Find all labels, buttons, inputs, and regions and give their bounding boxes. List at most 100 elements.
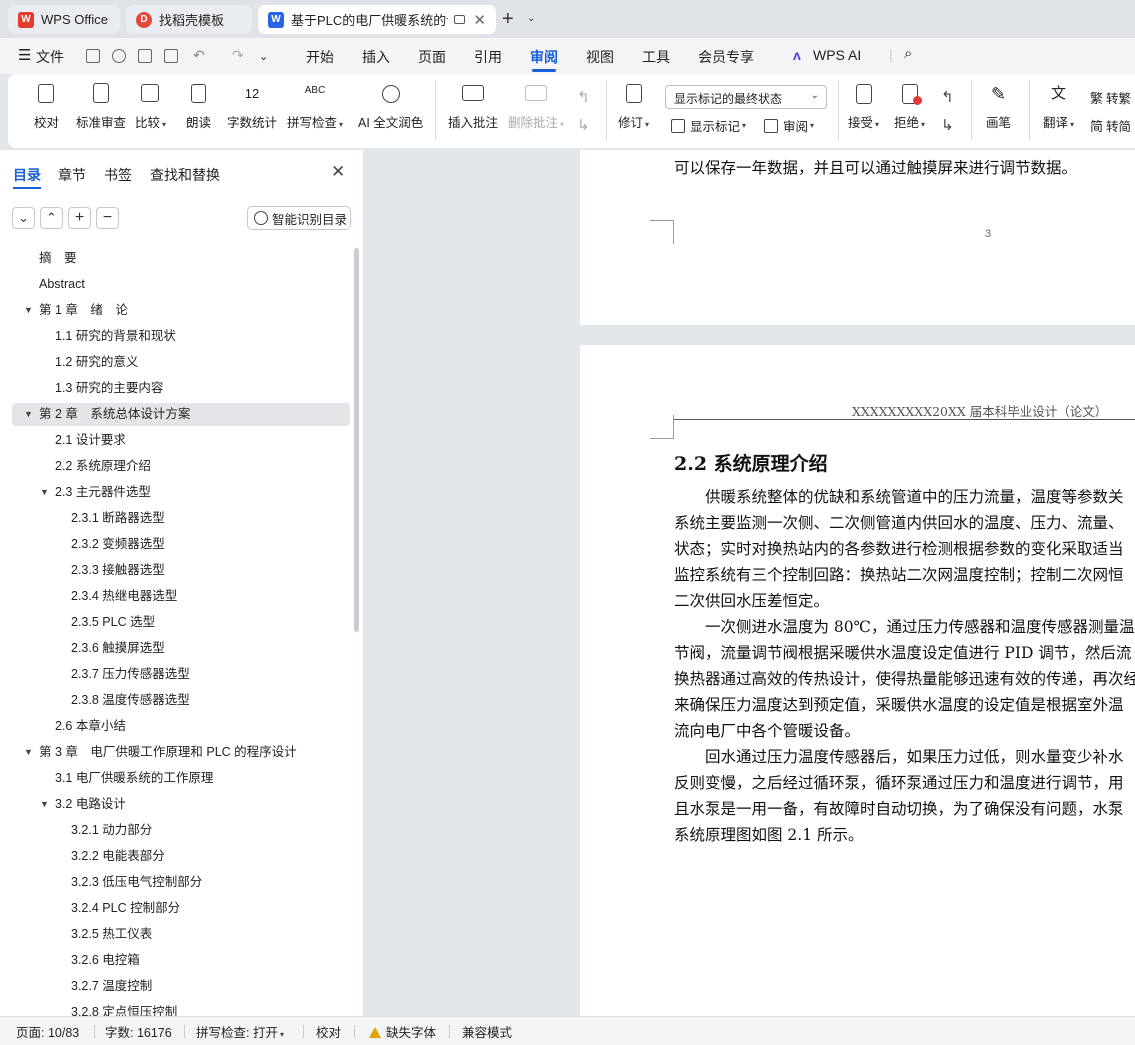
menu-tools[interactable]: 工具 xyxy=(642,47,670,67)
page-indicator[interactable]: 页面: 10/83 xyxy=(16,1022,79,1041)
toc-item[interactable]: 2.3.8 温度传感器选型 xyxy=(12,689,350,712)
toc-item[interactable]: ▼ 3.2 电路设计 xyxy=(12,793,350,816)
menu-start[interactable]: 开始 xyxy=(306,47,334,67)
monitor-icon[interactable] xyxy=(453,15,466,24)
close-tab-icon[interactable]: ✕ xyxy=(473,11,486,29)
print-preview-icon[interactable] xyxy=(164,49,178,63)
collapse-chevron-icon[interactable]: ⌄ xyxy=(12,207,35,229)
ai-polish-button[interactable]: AI 全文润色 xyxy=(358,82,423,131)
toc-item[interactable]: 3.2.8 定点恒压控制 xyxy=(12,1001,350,1016)
toc-item[interactable]: 1.1 研究的背景和现状 xyxy=(12,325,350,348)
tab-current-document[interactable]: W 基于PLC的电厂供暖系统的设 ✕ xyxy=(258,5,496,34)
toc-item[interactable]: ▼ 第 2 章 系统总体设计方案 xyxy=(12,403,350,426)
compat-mode-indicator[interactable]: 兼容模式 xyxy=(462,1022,512,1041)
menu-references[interactable]: 引用 xyxy=(474,47,502,67)
tab-find-replace[interactable]: 查找和替换 xyxy=(150,165,220,185)
toc-item[interactable]: 2.6 本章小结 xyxy=(12,715,350,738)
toc-item[interactable]: ▼ 第 1 章 绪 论 xyxy=(12,299,350,322)
toc-item[interactable]: 3.2.5 热工仪表 xyxy=(12,923,350,946)
menu-page[interactable]: 页面 xyxy=(418,47,446,67)
toc-item[interactable]: 3.2.4 PLC 控制部分 xyxy=(12,897,350,920)
toc-item[interactable]: 2.1 设计要求 xyxy=(12,429,350,452)
toc-item[interactable]: 2.3.2 变频器选型 xyxy=(12,533,350,556)
toc-item[interactable]: 2.3.7 压力传感器选型 xyxy=(12,663,350,686)
redo-icon[interactable]: ↷ xyxy=(232,47,244,64)
toc-item[interactable]: 2.3.5 PLC 选型 xyxy=(12,611,350,634)
hamburger-icon[interactable]: ☰ xyxy=(18,46,31,64)
toc-item[interactable]: 2.2 系统原理介绍 xyxy=(12,455,350,478)
smart-toc-button[interactable]: 智能识别目录 xyxy=(247,206,351,230)
toc-item[interactable]: 3.2.6 电控箱 xyxy=(12,949,350,972)
expand-chevron-icon[interactable]: ⌃ xyxy=(40,207,63,229)
accept-button[interactable]: 接受 ▾ xyxy=(848,82,879,131)
previous-comment-icon[interactable]: ↰ xyxy=(577,88,590,106)
tab-wps-office[interactable]: W WPS Office xyxy=(8,5,120,34)
toc-item[interactable]: 3.1 电厂供暖系统的工作原理 xyxy=(12,767,350,790)
tab-sections[interactable]: 章节 xyxy=(58,165,86,185)
word-count-button[interactable]: 12 字数统计 xyxy=(227,82,277,131)
toc-item[interactable]: 1.2 研究的意义 xyxy=(12,351,350,374)
toc-item[interactable]: ▼ 2.3 主元器件选型 xyxy=(12,481,350,504)
missing-font-indicator[interactable]: 缺失字体 xyxy=(369,1022,436,1041)
translate-button[interactable]: 文 翻译 ▾ xyxy=(1043,82,1074,131)
insert-comment-button[interactable]: 插入批注 xyxy=(448,82,498,131)
compare-button[interactable]: 比较 ▾ xyxy=(135,82,166,131)
remove-heading-icon[interactable]: − xyxy=(96,207,119,229)
new-tab-plus-icon[interactable]: + xyxy=(502,8,514,31)
menu-view[interactable]: 视图 xyxy=(586,47,614,67)
expand-triangle-icon[interactable]: ▼ xyxy=(40,793,49,816)
toc-item[interactable]: 3.2.2 电能表部分 xyxy=(12,845,350,868)
standard-review-button[interactable]: 标准审查 xyxy=(76,82,126,131)
markup-view-select[interactable]: 显示标记的最终状态 ⌄ xyxy=(665,85,827,109)
menu-review[interactable]: 审阅 xyxy=(530,47,558,67)
toc-item[interactable]: 3.2.3 低压电气控制部分 xyxy=(12,871,350,894)
more-chevron-icon[interactable]: ⌄ xyxy=(259,50,268,63)
tab-bookmarks[interactable]: 书签 xyxy=(104,165,132,185)
toc-item[interactable]: 1.3 研究的主要内容 xyxy=(12,377,350,400)
menu-insert[interactable]: 插入 xyxy=(362,47,390,67)
previous-change-icon[interactable]: ↰ xyxy=(941,88,954,106)
show-markup-button[interactable]: 显示标记 ▾ xyxy=(671,116,746,135)
toc-item[interactable]: ▼ 第 3 章 电厂供暖工作原理和 PLC 的程序设计 xyxy=(12,741,350,764)
read-aloud-button[interactable]: 朗读 xyxy=(186,82,211,131)
expand-triangle-icon[interactable]: ▼ xyxy=(24,299,33,322)
print-icon[interactable] xyxy=(138,49,152,63)
add-heading-icon[interactable]: + xyxy=(68,207,91,229)
expand-triangle-icon[interactable]: ▼ xyxy=(24,403,33,426)
toc-item[interactable]: Abstract xyxy=(12,273,350,296)
menu-member[interactable]: 会员专享 xyxy=(698,47,754,67)
tab-docer-templates[interactable]: D 找稻壳模板 xyxy=(126,5,252,34)
toc-item[interactable]: 2.3.1 断路器选型 xyxy=(12,507,350,530)
toc-item[interactable]: 3.2.7 温度控制 xyxy=(12,975,350,998)
menu-wps-ai[interactable]: WPS AI xyxy=(813,47,861,63)
review-pane-button[interactable]: 审阅 ▾ xyxy=(764,116,814,135)
save-icon[interactable] xyxy=(86,49,100,63)
chevron-down-icon[interactable]: ⌄ xyxy=(527,13,535,24)
undo-icon[interactable]: ↶ xyxy=(193,47,205,64)
next-comment-icon[interactable]: ↳ xyxy=(577,116,590,134)
toc-scrollbar[interactable] xyxy=(354,248,359,632)
delete-comment-button[interactable]: 删除批注 ▾ xyxy=(508,82,564,131)
to-simplified-button[interactable]: 简 转简 xyxy=(1090,116,1131,135)
to-traditional-button[interactable]: 繁 转繁 xyxy=(1090,88,1131,107)
toc-item[interactable]: 2.3.6 触摸屏选型 xyxy=(12,637,350,660)
toc-item[interactable]: 2.3.3 接触器选型 xyxy=(12,559,350,582)
document-canvas[interactable]: 可以保存一年数据，并且可以通过触摸屏来进行调节数据。 3 XXXXXXXXX20… xyxy=(363,150,1135,1016)
export-icon[interactable] xyxy=(112,49,126,63)
toc-item[interactable]: 摘 要 xyxy=(12,247,350,270)
toc-item[interactable]: 3.2.1 动力部分 xyxy=(12,819,350,842)
menu-file[interactable]: 文件 xyxy=(36,47,64,67)
word-count-indicator[interactable]: 字数: 16176 xyxy=(105,1022,172,1041)
next-change-icon[interactable]: ↳ xyxy=(941,116,954,134)
spell-check-indicator[interactable]: 拼写检查: 打开 ▾ xyxy=(196,1022,284,1041)
pen-button[interactable]: ✎ 画笔 xyxy=(986,82,1011,131)
close-panel-icon[interactable]: ✕ xyxy=(331,162,345,182)
proofread-button[interactable]: 校对 xyxy=(34,82,59,131)
proof-indicator[interactable]: 校对 xyxy=(316,1022,341,1041)
reject-button[interactable]: 拒绝 ▾ xyxy=(894,82,925,131)
expand-triangle-icon[interactable]: ▼ xyxy=(40,481,49,504)
spell-check-button[interactable]: ABC 拼写检查 ▾ xyxy=(287,82,343,131)
tab-toc[interactable]: 目录 xyxy=(13,165,41,185)
expand-triangle-icon[interactable]: ▼ xyxy=(24,741,33,764)
revise-button[interactable]: 修订 ▾ xyxy=(618,82,649,131)
